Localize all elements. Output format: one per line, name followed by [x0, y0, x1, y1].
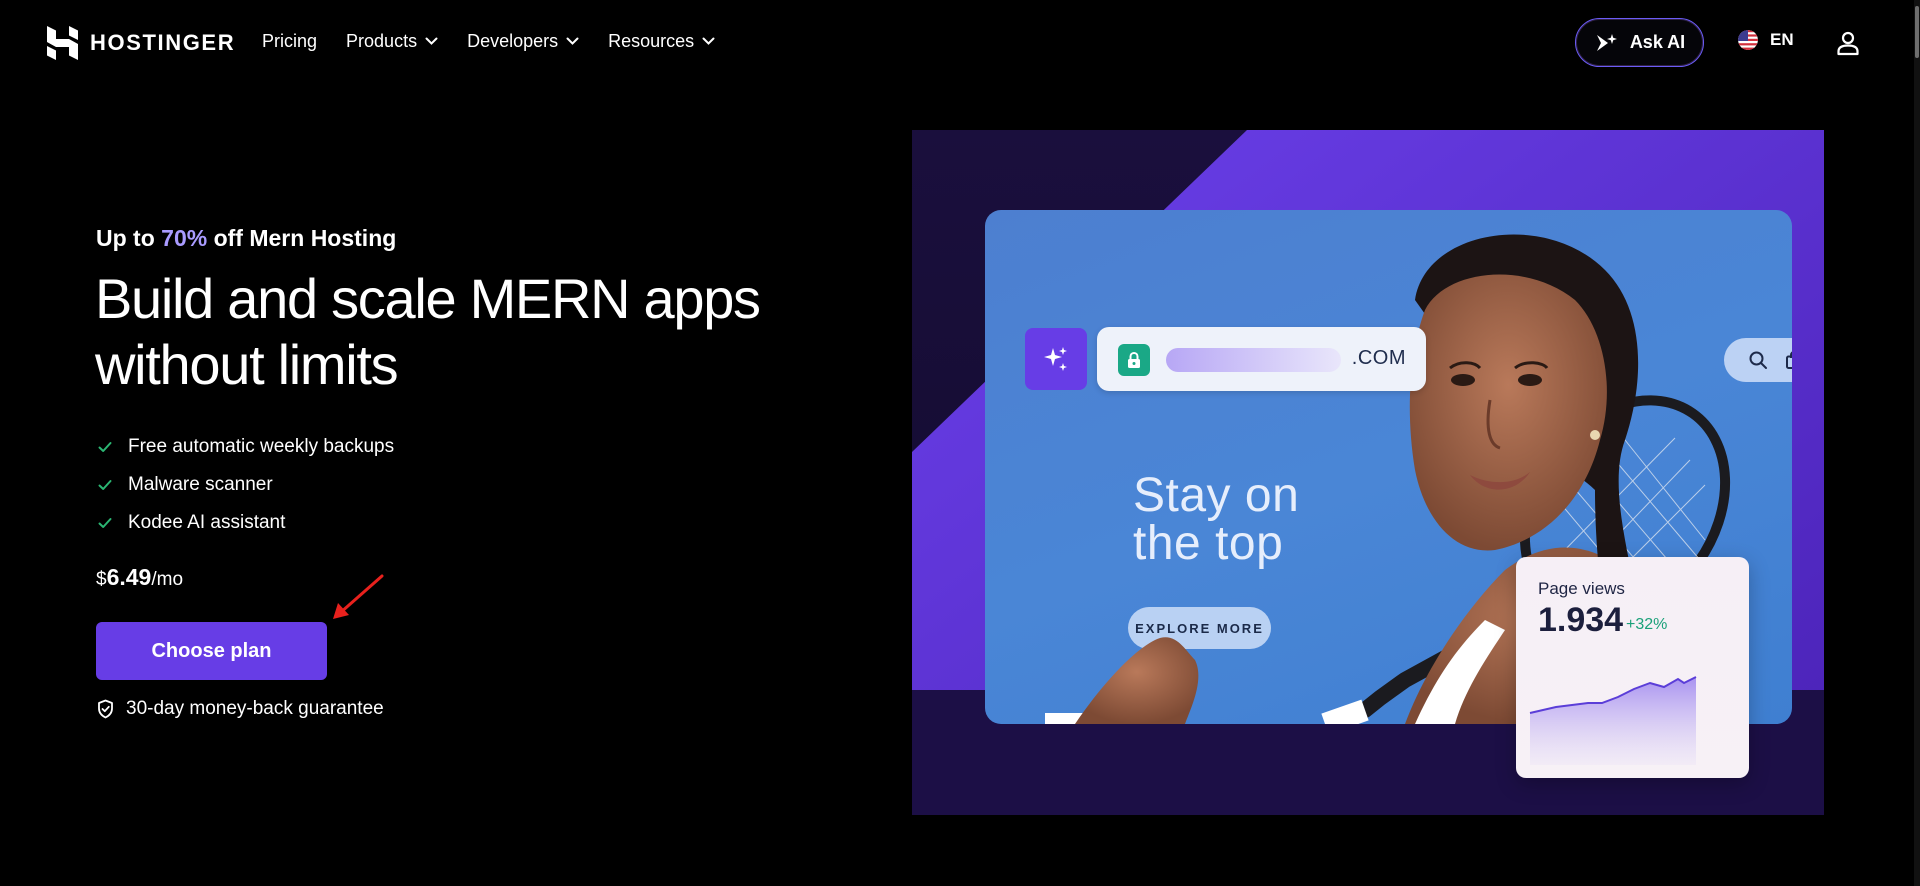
lock-badge — [1118, 344, 1150, 376]
hero-illustration: Stay on the top EXPLORE MORE .COM Page v… — [912, 130, 1824, 815]
language-selector[interactable]: EN — [1738, 30, 1794, 50]
guarantee-text: 30-day money-back guarantee — [126, 698, 384, 719]
feature-item: Malware scanner — [98, 466, 394, 504]
money-back-guarantee: 30-day money-back guarantee — [97, 698, 384, 720]
brand-name: HOSTINGER — [90, 30, 236, 55]
nav-link-label: Pricing — [262, 31, 318, 51]
headline-line-1: Build and scale MERN apps — [95, 267, 761, 330]
page-scrollbar-thumb[interactable] — [1915, 6, 1919, 58]
shield-check-icon — [98, 699, 113, 719]
page-views-sparkline — [1529, 676, 1697, 765]
sparkle-icon — [1044, 347, 1067, 371]
promo-discount: 70% — [161, 225, 208, 251]
hostinger-logo-icon — [47, 26, 78, 60]
chevron-down-icon — [566, 37, 579, 45]
ask-ai-label: Ask AI — [1629, 32, 1686, 52]
nav-link-developers[interactable]: Developers — [467, 31, 579, 52]
check-icon — [98, 480, 112, 490]
user-account-icon[interactable] — [1836, 30, 1860, 56]
headline-line-2: without limits — [95, 333, 399, 396]
stats-change: +32% — [1626, 616, 1668, 633]
feature-item: Free automatic weekly backups — [98, 428, 394, 466]
brand-logo[interactable]: HOSTINGER — [47, 26, 235, 60]
store-actions — [1724, 338, 1792, 382]
feature-text: Kodee AI assistant — [128, 512, 286, 533]
shopping-bag-icon — [1786, 351, 1792, 369]
page-scrollbar-track[interactable] — [1914, 0, 1920, 886]
annotation-arrow-icon — [333, 574, 384, 619]
chevron-down-icon — [425, 37, 438, 45]
promo-prefix: Up to — [96, 225, 162, 251]
price: $6.49/mo — [96, 564, 183, 591]
nav-link-resources[interactable]: Resources — [608, 31, 715, 52]
top-nav: HOSTINGER Pricing Products Developers Re… — [0, 0, 1920, 86]
nav-link-products[interactable]: Products — [346, 31, 438, 52]
domain-tld: .COM — [1351, 347, 1406, 369]
page: HOSTINGER Pricing Products Developers Re… — [0, 0, 1920, 886]
feature-item: Kodee AI assistant — [98, 504, 394, 542]
promo-suffix: off Mern Hosting — [207, 225, 397, 251]
feature-text: Malware scanner — [128, 474, 273, 495]
page-views-card: Page views 1.934 +32% — [1516, 557, 1749, 778]
price-amount: 6.49 — [106, 564, 152, 590]
stats-label: Page views — [1538, 579, 1625, 598]
promo-banner: Up to 70% off Mern Hosting — [96, 225, 396, 252]
ai-spark-icon — [1596, 33, 1617, 51]
check-icon — [98, 518, 112, 528]
lock-icon — [1128, 351, 1140, 368]
nav-link-label: Developers — [467, 31, 559, 51]
nav-link-label: Products — [346, 31, 418, 51]
domain-search-bar: .COM — [1097, 327, 1426, 391]
nav-link-label: Resources — [608, 31, 695, 51]
ai-sparkle-badge — [1025, 328, 1087, 390]
price-currency: $ — [96, 569, 107, 590]
us-flag-icon — [1738, 30, 1758, 50]
stats-value: 1.934 — [1538, 601, 1624, 639]
price-period: /mo — [151, 569, 184, 590]
nav-links: Pricing Products Developers Resources — [262, 31, 715, 52]
search-icon — [1749, 351, 1767, 369]
language-code: EN — [1770, 30, 1794, 49]
ask-ai-button[interactable]: Ask AI — [1575, 18, 1704, 67]
choose-plan-button[interactable]: Choose plan — [96, 622, 327, 680]
hero-headline: Build and scale MERN apps without limits — [95, 266, 795, 398]
check-icon — [98, 442, 112, 452]
chevron-down-icon — [702, 37, 715, 45]
feature-list: Free automatic weekly backups Malware sc… — [98, 428, 394, 542]
nav-link-pricing[interactable]: Pricing — [262, 31, 317, 52]
feature-text: Free automatic weekly backups — [128, 436, 395, 457]
domain-placeholder-bar — [1166, 348, 1341, 372]
